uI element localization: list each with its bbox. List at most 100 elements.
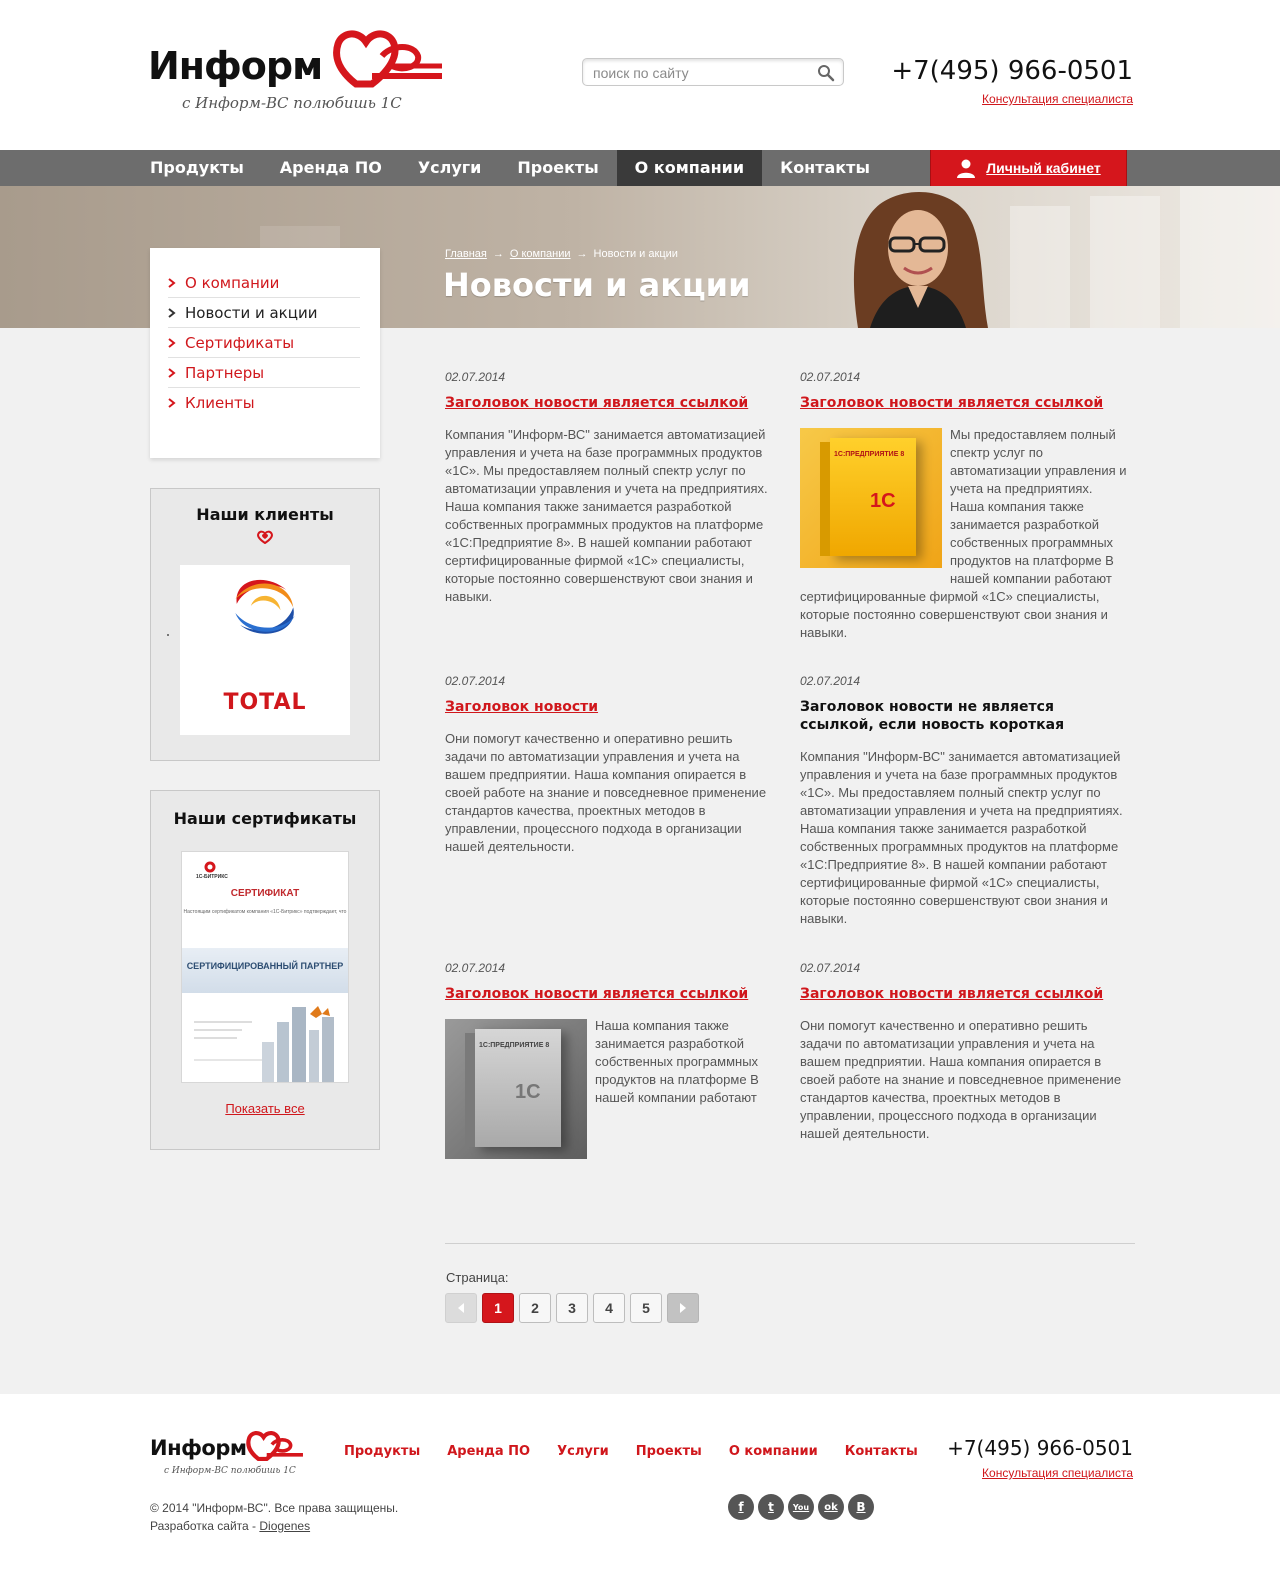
news-title: Заголовок новости не является ссылкой, е…: [800, 699, 1065, 733]
news-text: Они помогут качественно и оперативно реш…: [800, 1018, 1122, 1141]
banner-woman-photo: [853, 191, 988, 328]
copyright: © 2014 "Информ-ВС". Все права защищены. …: [150, 1499, 398, 1535]
pagination-next-button[interactable]: [667, 1293, 699, 1323]
product-box-image: 1С:ПРЕДПРИЯТИЕ 8 1С: [445, 1019, 587, 1159]
news-text: Компания "Информ-ВС" занимается автомати…: [800, 749, 1123, 926]
bitrix-logo-icon: [204, 861, 216, 873]
site-header: Информ с Информ-ВС полюбишь 1С +7(495) 9…: [0, 0, 1280, 150]
certificate-city-image: [194, 1006, 334, 1082]
carousel-prev-indicator[interactable]: [167, 634, 169, 636]
footer-nav-products[interactable]: Продукты: [344, 1444, 420, 1459]
nav-item-projects[interactable]: Проекты: [499, 150, 616, 186]
side-menu-label: Сертификаты: [185, 333, 295, 352]
news-date: 02.07.2014: [800, 370, 861, 384]
side-menu-item-clients[interactable]: Клиенты: [168, 388, 360, 418]
pagination: 1 2 3 4 5: [445, 1293, 704, 1323]
logo-word: Информ: [148, 44, 323, 88]
consult-link[interactable]: Консультация специалиста: [982, 92, 1133, 106]
pagination-page[interactable]: 1: [482, 1293, 514, 1323]
product-box-front: 1С:ПРЕДПРИЯТИЕ 8 1С: [830, 438, 916, 556]
nav-item-rent[interactable]: Аренда ПО: [262, 150, 400, 186]
pagination-page[interactable]: 3: [556, 1293, 588, 1323]
footer-nav-about[interactable]: О компании: [729, 1444, 818, 1459]
footer-nav-contacts[interactable]: Контакты: [845, 1444, 918, 1459]
page-title: Новости и акции: [443, 266, 751, 304]
chevron-right-icon: [168, 307, 176, 318]
side-menu-item-about[interactable]: О компании: [168, 268, 360, 298]
odnoklassniki-icon[interactable]: ok: [818, 1494, 844, 1520]
news-image-gray-box[interactable]: 1С:ПРЕДПРИЯТИЕ 8 1С: [445, 1019, 587, 1159]
news-title-link[interactable]: Заголовок новости: [445, 698, 775, 716]
developer-prefix: Разработка сайта -: [150, 1519, 260, 1533]
news-title-link[interactable]: Заголовок новости является ссылкой: [800, 985, 1130, 1003]
footer-consult-link[interactable]: Консультация специалиста: [982, 1466, 1133, 1480]
certificate-image[interactable]: 1С-БИТРИКС СЕРТИФИКАТ Настоящим сертифик…: [181, 851, 349, 1083]
news-body: 1С:ПРЕДПРИЯТИЕ 8 1С Наша компания также …: [445, 1017, 775, 1159]
side-menu-item-partners[interactable]: Партнеры: [168, 358, 360, 388]
youtube-icon[interactable]: You: [788, 1494, 814, 1520]
developer-link[interactable]: Diogenes: [259, 1519, 310, 1533]
footer-nav-projects[interactable]: Проекты: [636, 1444, 702, 1459]
vkontakte-icon[interactable]: B: [848, 1494, 874, 1520]
content-divider: [445, 1243, 1135, 1244]
total-logo-icon: [235, 579, 295, 634]
product-box-side: [465, 1033, 475, 1147]
footer-phone: +7(495) 966-0501: [947, 1436, 1133, 1460]
news-date: 02.07.2014: [800, 961, 861, 975]
breadcrumb-about[interactable]: О компании: [510, 248, 571, 260]
side-menu-item-news[interactable]: Новости и акции: [168, 298, 360, 328]
nav-item-contacts[interactable]: Контакты: [762, 150, 888, 186]
twitter-icon[interactable]: t: [758, 1494, 784, 1520]
footer-nav-services[interactable]: Услуги: [557, 1444, 609, 1459]
nav-item-about[interactable]: О компании: [616, 150, 763, 186]
side-menu-label: О компании: [185, 273, 280, 292]
main-nav: Продукты Аренда ПО Услуги Проекты О комп…: [0, 150, 1280, 186]
product-box-image: 1С:ПРЕДПРИЯТИЕ 8 1С: [800, 428, 942, 568]
side-menu-label: Партнеры: [185, 363, 265, 382]
footer-nav-rent[interactable]: Аренда ПО: [447, 1444, 530, 1459]
logo-tagline: с Информ-ВС полюбишь 1С: [182, 94, 402, 112]
cabinet-button[interactable]: Личный кабинет: [930, 150, 1127, 186]
nav-items: Продукты Аренда ПО Услуги Проекты О комп…: [132, 150, 888, 186]
chevron-left-icon: [458, 1303, 464, 1313]
side-menu-item-certificates[interactable]: Сертификаты: [168, 328, 360, 358]
news-date: 02.07.2014: [445, 370, 506, 384]
search-icon[interactable]: [817, 64, 835, 82]
nav-item-products[interactable]: Продукты: [132, 150, 262, 186]
pagination-prev-button[interactable]: [445, 1293, 477, 1323]
facebook-icon[interactable]: f: [728, 1494, 754, 1520]
footer-logo-tagline: с Информ-ВС полюбишь 1С: [164, 1466, 296, 1476]
news-item: 02.07.2014 Заголовок новости является сс…: [445, 961, 775, 1163]
certificate-partner-text: СЕРТИФИЦИРОВАННЫЙ ПАРТНЕР: [186, 961, 344, 971]
product-box-label: 1С:ПРЕДПРИЯТИЕ 8: [479, 1042, 550, 1049]
logo-heart-mark: [333, 30, 442, 88]
site-logo[interactable]: Информ с Информ-ВС полюбишь 1С: [148, 26, 448, 116]
chevron-right-icon: [168, 398, 176, 408]
news-text: Они помогут качественно и оперативно реш…: [445, 731, 767, 854]
news-item: 02.07.2014 Заголовок новости является сс…: [800, 370, 1130, 642]
news-title-link[interactable]: Заголовок новости является ссылкой: [445, 394, 775, 412]
client-logo-total[interactable]: TOTAL: [180, 565, 350, 735]
breadcrumb-home[interactable]: Главная: [445, 248, 487, 260]
pagination-page[interactable]: 4: [593, 1293, 625, 1323]
pagination-label: Страница:: [446, 1270, 509, 1285]
social-links: f t You ok B: [728, 1494, 878, 1520]
search-input[interactable]: [593, 63, 803, 83]
news-image-yellow-box[interactable]: 1С:ПРЕДПРИЯТИЕ 8 1С: [800, 428, 942, 568]
pagination-page[interactable]: 2: [519, 1293, 551, 1323]
nav-item-services[interactable]: Услуги: [400, 150, 500, 186]
footer-logo[interactable]: Информ с Информ-ВС полюбишь 1С: [150, 1428, 310, 1478]
pagination-page[interactable]: 5: [630, 1293, 662, 1323]
certificates-box: Наши сертификаты 1С-БИТРИКС СЕРТИФИКАТ Н…: [150, 790, 380, 1150]
show-all-link[interactable]: Показать все: [151, 1101, 379, 1116]
heart-icon: [257, 530, 273, 544]
breadcrumb-arrow-icon: →: [492, 248, 504, 260]
chevron-right-icon: [168, 337, 176, 348]
news-title-link[interactable]: Заголовок новости является ссылкой: [800, 394, 1130, 412]
breadcrumb-current: Новости и акции: [593, 248, 678, 260]
main-content: О компании Новости и акции Сертификаты П…: [0, 248, 1280, 1394]
news-title-link[interactable]: Заголовок новости является ссылкой: [445, 985, 775, 1003]
news-item: 02.07.2014 Заголовок новости Они помогут…: [445, 674, 775, 856]
user-icon: [957, 159, 976, 178]
certificate-heading: СЕРТИФИКАТ: [230, 888, 300, 899]
